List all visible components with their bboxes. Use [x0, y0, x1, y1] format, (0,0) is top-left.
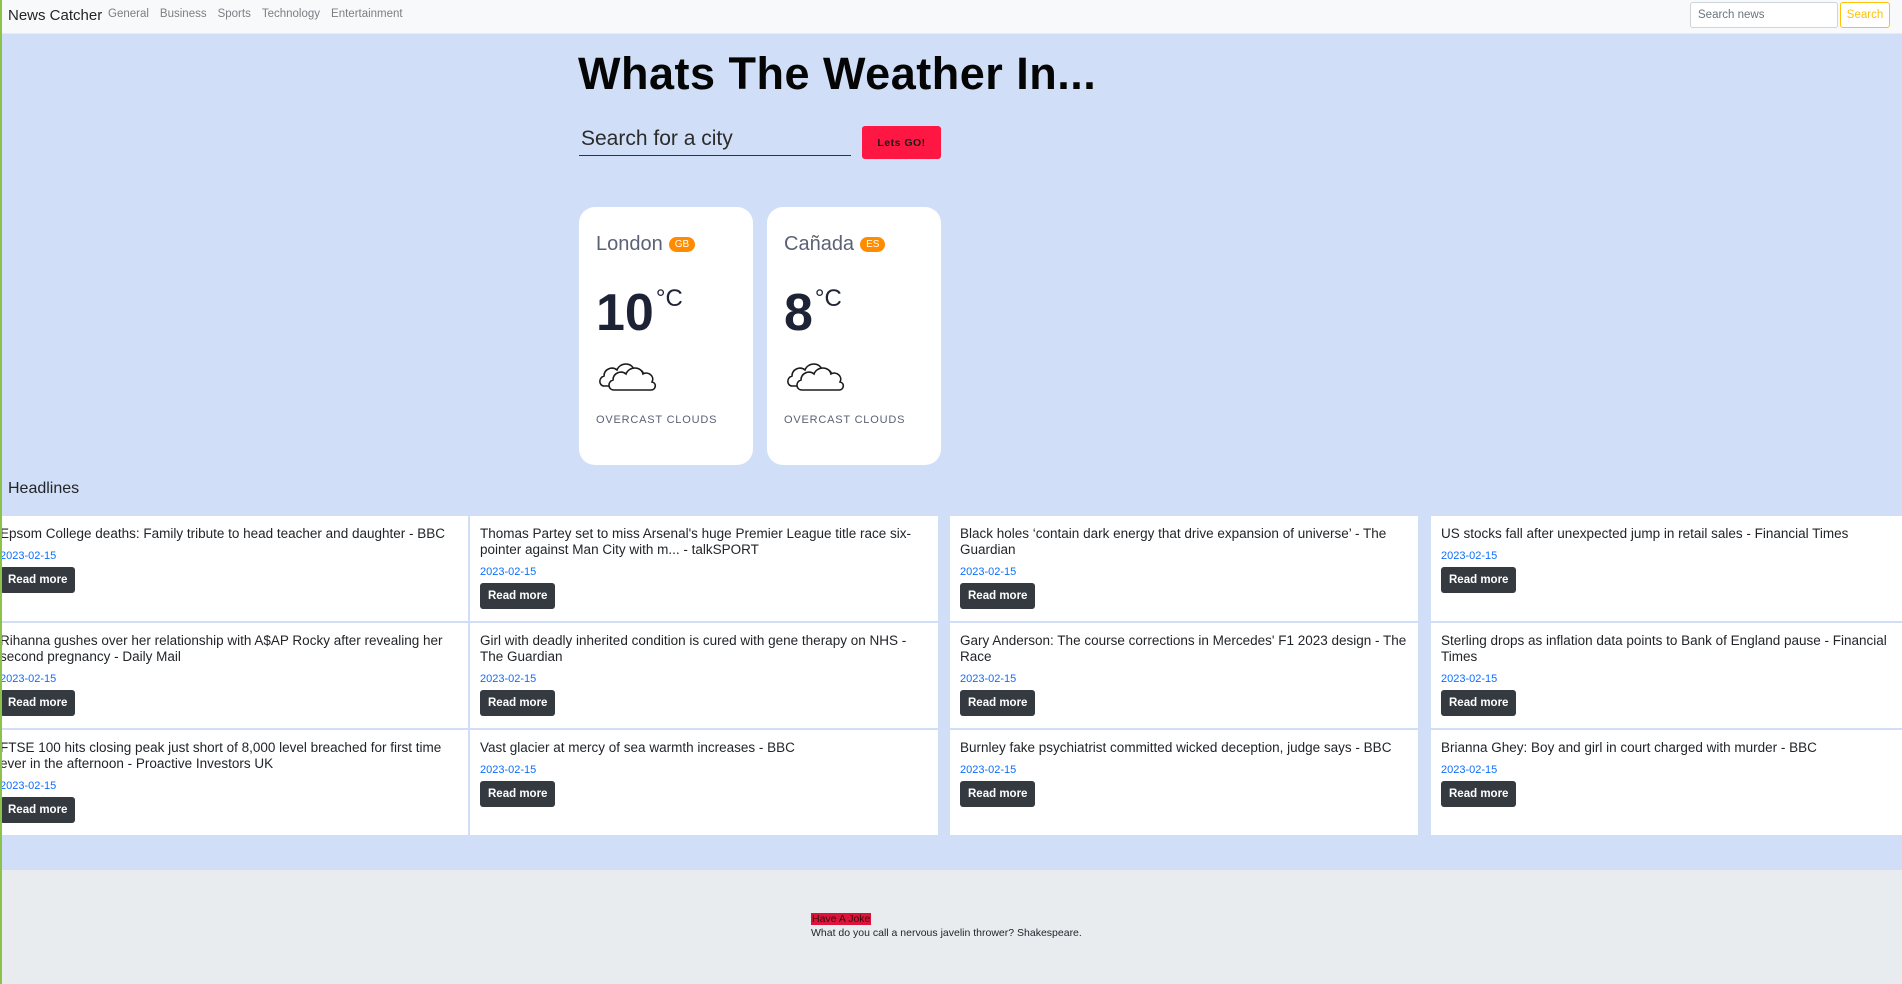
nav-link-sports[interactable]: Sports [218, 8, 251, 20]
read-more-button[interactable]: Read more [960, 781, 1036, 807]
card-city-name: Cañada [784, 233, 855, 255]
news-card: Rihanna gushes over her relationship wit… [0, 623, 468, 728]
navbar: News Catcher General Business Sports Tec… [0, 0, 1902, 34]
read-more-button[interactable]: Read more [0, 567, 76, 593]
joke-text: What do you call a nervous javelin throw… [811, 927, 1082, 939]
read-more-button[interactable]: Read more [1441, 781, 1517, 807]
news-card: Brianna Ghey: Boy and girl in court char… [1431, 730, 1902, 835]
temperature-value: 10 [596, 284, 654, 342]
news-title: Brianna Ghey: Boy and girl in court char… [1441, 740, 1817, 755]
news-date: 2023-02-15 [480, 566, 537, 578]
cloud-icon [599, 363, 657, 391]
news-date: 2023-02-15 [480, 764, 537, 776]
card-city-name: London [596, 233, 663, 255]
news-card: Girl with deadly inherited condition is … [470, 623, 938, 728]
nav-links: General Business Sports Technology Enter… [108, 8, 403, 20]
read-more-button[interactable]: Read more [960, 583, 1036, 609]
news-date: 2023-02-15 [0, 673, 57, 685]
country-badge: GB [668, 237, 696, 252]
weather-panel: Whats The Weather In... Lets GO! London G… [0, 34, 1902, 516]
read-more-button[interactable]: Read more [0, 690, 76, 716]
joke-footer: Have A Joke What do you call a nervous j… [0, 870, 1902, 984]
weather-description: OVERCAST CLOUDS [784, 414, 906, 426]
news-title: Rihanna gushes over her relationship wit… [0, 633, 443, 664]
weather-card-canada: Cañada ES 8°C OVERCAST CLOUDS [767, 207, 941, 465]
read-more-button[interactable]: Read more [480, 781, 556, 807]
news-date: 2023-02-15 [1441, 550, 1498, 562]
news-title: Burnley fake psychiatrist committed wick… [960, 740, 1392, 755]
temperature: 8°C [784, 269, 842, 343]
temperature-value: 8 [784, 284, 813, 342]
news-card: US stocks fall after unexpected jump in … [1431, 516, 1902, 621]
news-search-button[interactable]: Search [1840, 2, 1890, 28]
card-city-row: Cañada ES [784, 233, 886, 256]
news-title: Thomas Partey set to miss Arsenal's huge… [480, 526, 912, 557]
news-title: Gary Anderson: The course corrections in… [960, 633, 1407, 664]
news-card: Gary Anderson: The course corrections in… [950, 623, 1418, 728]
brand-logo[interactable]: News Catcher [8, 7, 102, 24]
headlines-heading: Headlines [8, 480, 80, 497]
lets-go-button[interactable]: Lets GO! [862, 126, 941, 159]
news-card: Sterling drops as inflation data points … [1431, 623, 1902, 728]
read-more-button[interactable]: Read more [0, 797, 76, 823]
news-title: Black holes ‘contain dark energy that dr… [960, 526, 1387, 557]
news-title: Sterling drops as inflation data points … [1441, 633, 1887, 664]
news-date: 2023-02-15 [0, 550, 57, 562]
nav-link-general[interactable]: General [108, 8, 149, 20]
news-card: Black holes ‘contain dark energy that dr… [950, 516, 1418, 621]
temperature: 10°C [596, 269, 683, 343]
temperature-unit: °C [655, 285, 683, 312]
read-more-button[interactable]: Read more [960, 690, 1036, 716]
country-badge: ES [860, 237, 886, 252]
news-card: Vast glacier at mercy of sea warmth incr… [470, 730, 938, 835]
news-search-input[interactable] [1690, 2, 1838, 28]
news-title: FTSE 100 hits closing peak just short of… [0, 740, 442, 771]
nav-link-business[interactable]: Business [160, 8, 207, 20]
nav-link-entertainment[interactable]: Entertainment [331, 8, 403, 20]
read-more-button[interactable]: Read more [480, 690, 556, 716]
news-date: 2023-02-15 [960, 566, 1017, 578]
read-more-button[interactable]: Read more [1441, 690, 1517, 716]
news-date: 2023-02-15 [960, 764, 1017, 776]
news-date: 2023-02-15 [1441, 764, 1498, 776]
weather-description: OVERCAST CLOUDS [596, 414, 718, 426]
news-card: Burnley fake psychiatrist committed wick… [950, 730, 1418, 835]
news-date: 2023-02-15 [0, 780, 57, 792]
cloud-icon [787, 363, 845, 391]
read-more-button[interactable]: Read more [480, 583, 556, 609]
news-title: Epsom College deaths: Family tribute to … [0, 526, 445, 541]
news-card: FTSE 100 hits closing peak just short of… [0, 730, 468, 835]
news-date: 2023-02-15 [960, 673, 1017, 685]
card-city-row: London GB [596, 233, 696, 256]
news-title: Girl with deadly inherited condition is … [480, 633, 907, 664]
news-card: Epsom College deaths: Family tribute to … [0, 516, 468, 621]
nav-link-technology[interactable]: Technology [262, 8, 320, 20]
weather-title: Whats The Weather In... [578, 48, 1097, 99]
news-card: Thomas Partey set to miss Arsenal's huge… [470, 516, 938, 621]
news-date: 2023-02-15 [480, 673, 537, 685]
city-search-input[interactable] [579, 122, 851, 156]
left-edge-bar [0, 0, 2, 984]
weather-card-london: London GB 10°C OVERCAST CLOUDS [579, 207, 753, 465]
read-more-button[interactable]: Read more [1441, 567, 1517, 593]
news-title: Vast glacier at mercy of sea warmth incr… [480, 740, 795, 755]
news-date: 2023-02-15 [1441, 673, 1498, 685]
joke-label: Have A Joke [811, 913, 872, 925]
temperature-unit: °C [814, 285, 842, 312]
news-title: US stocks fall after unexpected jump in … [1441, 526, 1849, 541]
news-grid: Epsom College deaths: Family tribute to … [0, 516, 1902, 870]
